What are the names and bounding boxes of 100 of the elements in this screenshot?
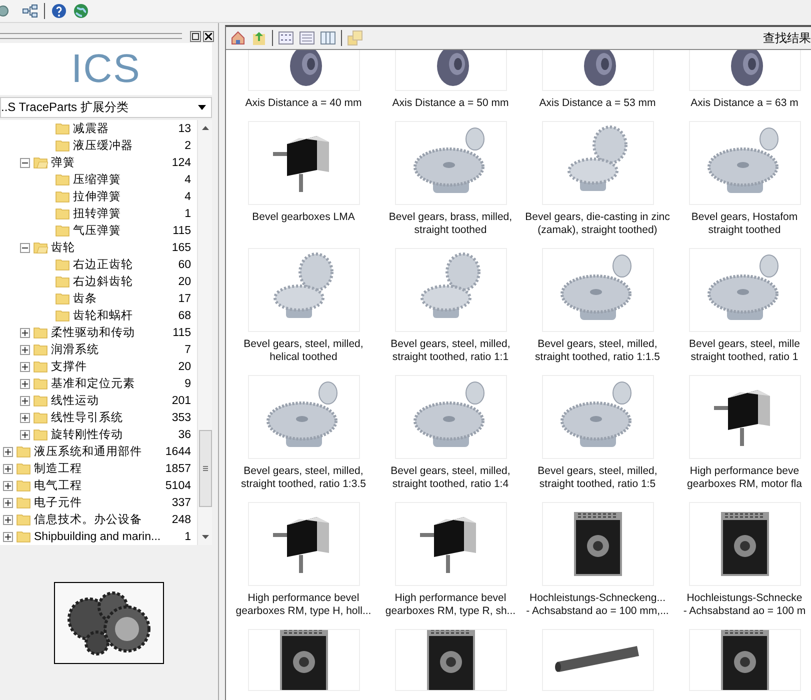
expand-toggle[interactable] <box>20 378 30 388</box>
folder-up-icon[interactable] <box>251 30 267 46</box>
expand-toggle[interactable] <box>20 328 30 338</box>
product-thumbnail[interactable] <box>394 375 506 459</box>
product-thumbnail[interactable] <box>248 121 360 205</box>
folder-icon <box>55 173 70 186</box>
tree-label: 右边斜齿轮 <box>73 274 134 289</box>
results-title: 查找结果 <box>763 30 811 46</box>
item-count: 165 <box>172 242 191 254</box>
tree-item[interactable]: 齿轮 165 <box>0 239 197 256</box>
product-thumbnail[interactable] <box>542 248 654 332</box>
large-icons-view-icon[interactable] <box>278 30 294 46</box>
expand-toggle[interactable] <box>20 430 30 440</box>
home-icon[interactable] <box>230 30 246 46</box>
tree-label: 制造工程 <box>34 462 83 476</box>
tree-item[interactable]: 齿轮和蜗杆 68 <box>0 307 197 324</box>
tree-label: 支撑件 <box>51 360 88 374</box>
details-view-icon[interactable] <box>320 30 336 46</box>
tree-item[interactable]: 基准和定位元素 9 <box>0 375 197 392</box>
tree-label: 液压缓冲器 <box>73 138 134 153</box>
tree-item[interactable]: 拉伸弹簧 4 <box>0 188 197 205</box>
product-thumbnail[interactable] <box>688 121 800 205</box>
tree-item[interactable]: 电气工程 5104 <box>0 477 197 494</box>
folder-icon <box>16 530 31 543</box>
product-thumbnail[interactable] <box>542 502 654 586</box>
tree-item[interactable]: 液压缓冲器 2 <box>0 137 197 154</box>
product-caption: Hochleistungs-Schnecke - Achsabstand ao = 100 m <box>683 592 806 618</box>
expand-toggle[interactable] <box>3 498 13 508</box>
close-button[interactable] <box>203 30 214 42</box>
tree-item[interactable]: 右边正齿轮 60 <box>0 256 197 273</box>
tree-item[interactable]: 齿条 17 <box>0 290 197 307</box>
product-thumbnail[interactable] <box>542 121 654 205</box>
scroll-up-icon[interactable] <box>202 126 208 130</box>
tree-item[interactable]: 线性导引系统 353 <box>0 409 197 426</box>
globe-icon[interactable] <box>73 3 89 19</box>
folder-icon <box>55 275 70 288</box>
help-icon[interactable] <box>51 3 67 19</box>
list-view-icon[interactable] <box>299 30 315 46</box>
scrollbar[interactable] <box>197 120 212 545</box>
product-thumbnail[interactable] <box>688 629 800 691</box>
tree-item[interactable]: 支撑件 20 <box>0 358 197 375</box>
product-thumbnail[interactable] <box>394 502 506 586</box>
product-thumbnail[interactable] <box>248 375 360 459</box>
tree-item[interactable]: 弹簧 124 <box>0 154 197 171</box>
tree-item[interactable]: 压缩弹簧 4 <box>0 171 197 188</box>
tree-item[interactable]: 扭转弹簧 1 <box>0 205 197 222</box>
expand-toggle[interactable] <box>3 464 13 474</box>
product-thumbnail[interactable] <box>248 248 360 332</box>
product-thumbnail[interactable] <box>394 50 506 91</box>
product-thumbnail[interactable] <box>394 629 506 691</box>
product-thumbnail[interactable] <box>394 121 506 205</box>
category-dropdown[interactable]: ..S TraceParts 扩展分类 <box>0 97 212 118</box>
product-caption: Bevel gears, steel, mille straight toothed, ratio 1 <box>689 338 800 364</box>
tree-item[interactable]: 旋转刚性传动 36 <box>0 426 197 443</box>
collapse-toggle[interactable] <box>20 158 30 168</box>
expand-toggle[interactable] <box>20 344 30 354</box>
expand-toggle[interactable] <box>20 362 30 372</box>
tree-item[interactable]: 气压弹簧 115 <box>0 222 197 239</box>
expand-toggle[interactable] <box>3 446 13 456</box>
product-thumbnail[interactable] <box>248 50 360 91</box>
tree-item[interactable]: 信息技术。办公设备 248 <box>0 511 197 528</box>
tree-item[interactable]: 润滑系统 7 <box>0 341 197 358</box>
item-count: 248 <box>172 514 191 526</box>
expand-toggle[interactable] <box>3 514 13 524</box>
tree-item[interactable]: 液压系统和通用部件 1644 <box>0 443 197 460</box>
tree-item[interactable]: 减震器 13 <box>0 120 197 137</box>
tree-item[interactable]: 柔性驱动和传动 115 <box>0 324 197 341</box>
expand-toggle[interactable] <box>3 480 13 490</box>
product-thumbnail[interactable] <box>394 248 506 332</box>
product-caption: High performance bevel gearboxes RM, type R, sh... <box>385 592 516 618</box>
product-thumbnail[interactable] <box>688 375 800 459</box>
hierarchy-icon[interactable] <box>22 3 38 19</box>
tree-item[interactable]: 电子元件 337 <box>0 494 197 511</box>
tree-label: 齿轮 <box>51 240 76 255</box>
product-thumbnail[interactable] <box>248 629 360 691</box>
tree-label: 电气工程 <box>34 478 83 493</box>
product-thumbnail[interactable] <box>248 502 360 586</box>
tree-item[interactable]: 制造工程 1857 <box>0 460 197 477</box>
product-thumbnail[interactable] <box>688 50 800 91</box>
collapse-toggle[interactable] <box>20 242 30 252</box>
expand-toggle[interactable] <box>3 532 13 542</box>
product-thumbnail[interactable] <box>688 248 800 332</box>
tree-item[interactable]: 右边斜齿轮 20 <box>0 273 197 290</box>
product-thumbnail[interactable] <box>688 502 800 586</box>
scroll-down-icon[interactable] <box>202 535 208 539</box>
tree-item[interactable]: 线性运动 201 <box>0 392 197 409</box>
tree-label: 液压系统和通用部件 <box>34 444 143 459</box>
product-thumbnail[interactable] <box>542 50 654 91</box>
item-count: 4 <box>184 174 191 186</box>
expand-toggle[interactable] <box>20 412 30 422</box>
tree-item[interactable]: Shipbuilding and marin... 1 <box>0 528 197 545</box>
scroll-thumb[interactable] <box>198 430 212 507</box>
restore-button[interactable] <box>190 30 201 42</box>
tree-label: 弹簧 <box>51 156 76 170</box>
folder-icon <box>16 513 31 526</box>
folder-icon <box>55 207 70 220</box>
folder-icon <box>55 292 70 305</box>
product-thumbnail[interactable] <box>542 375 654 459</box>
product-thumbnail[interactable] <box>542 629 654 691</box>
expand-toggle[interactable] <box>20 396 30 406</box>
